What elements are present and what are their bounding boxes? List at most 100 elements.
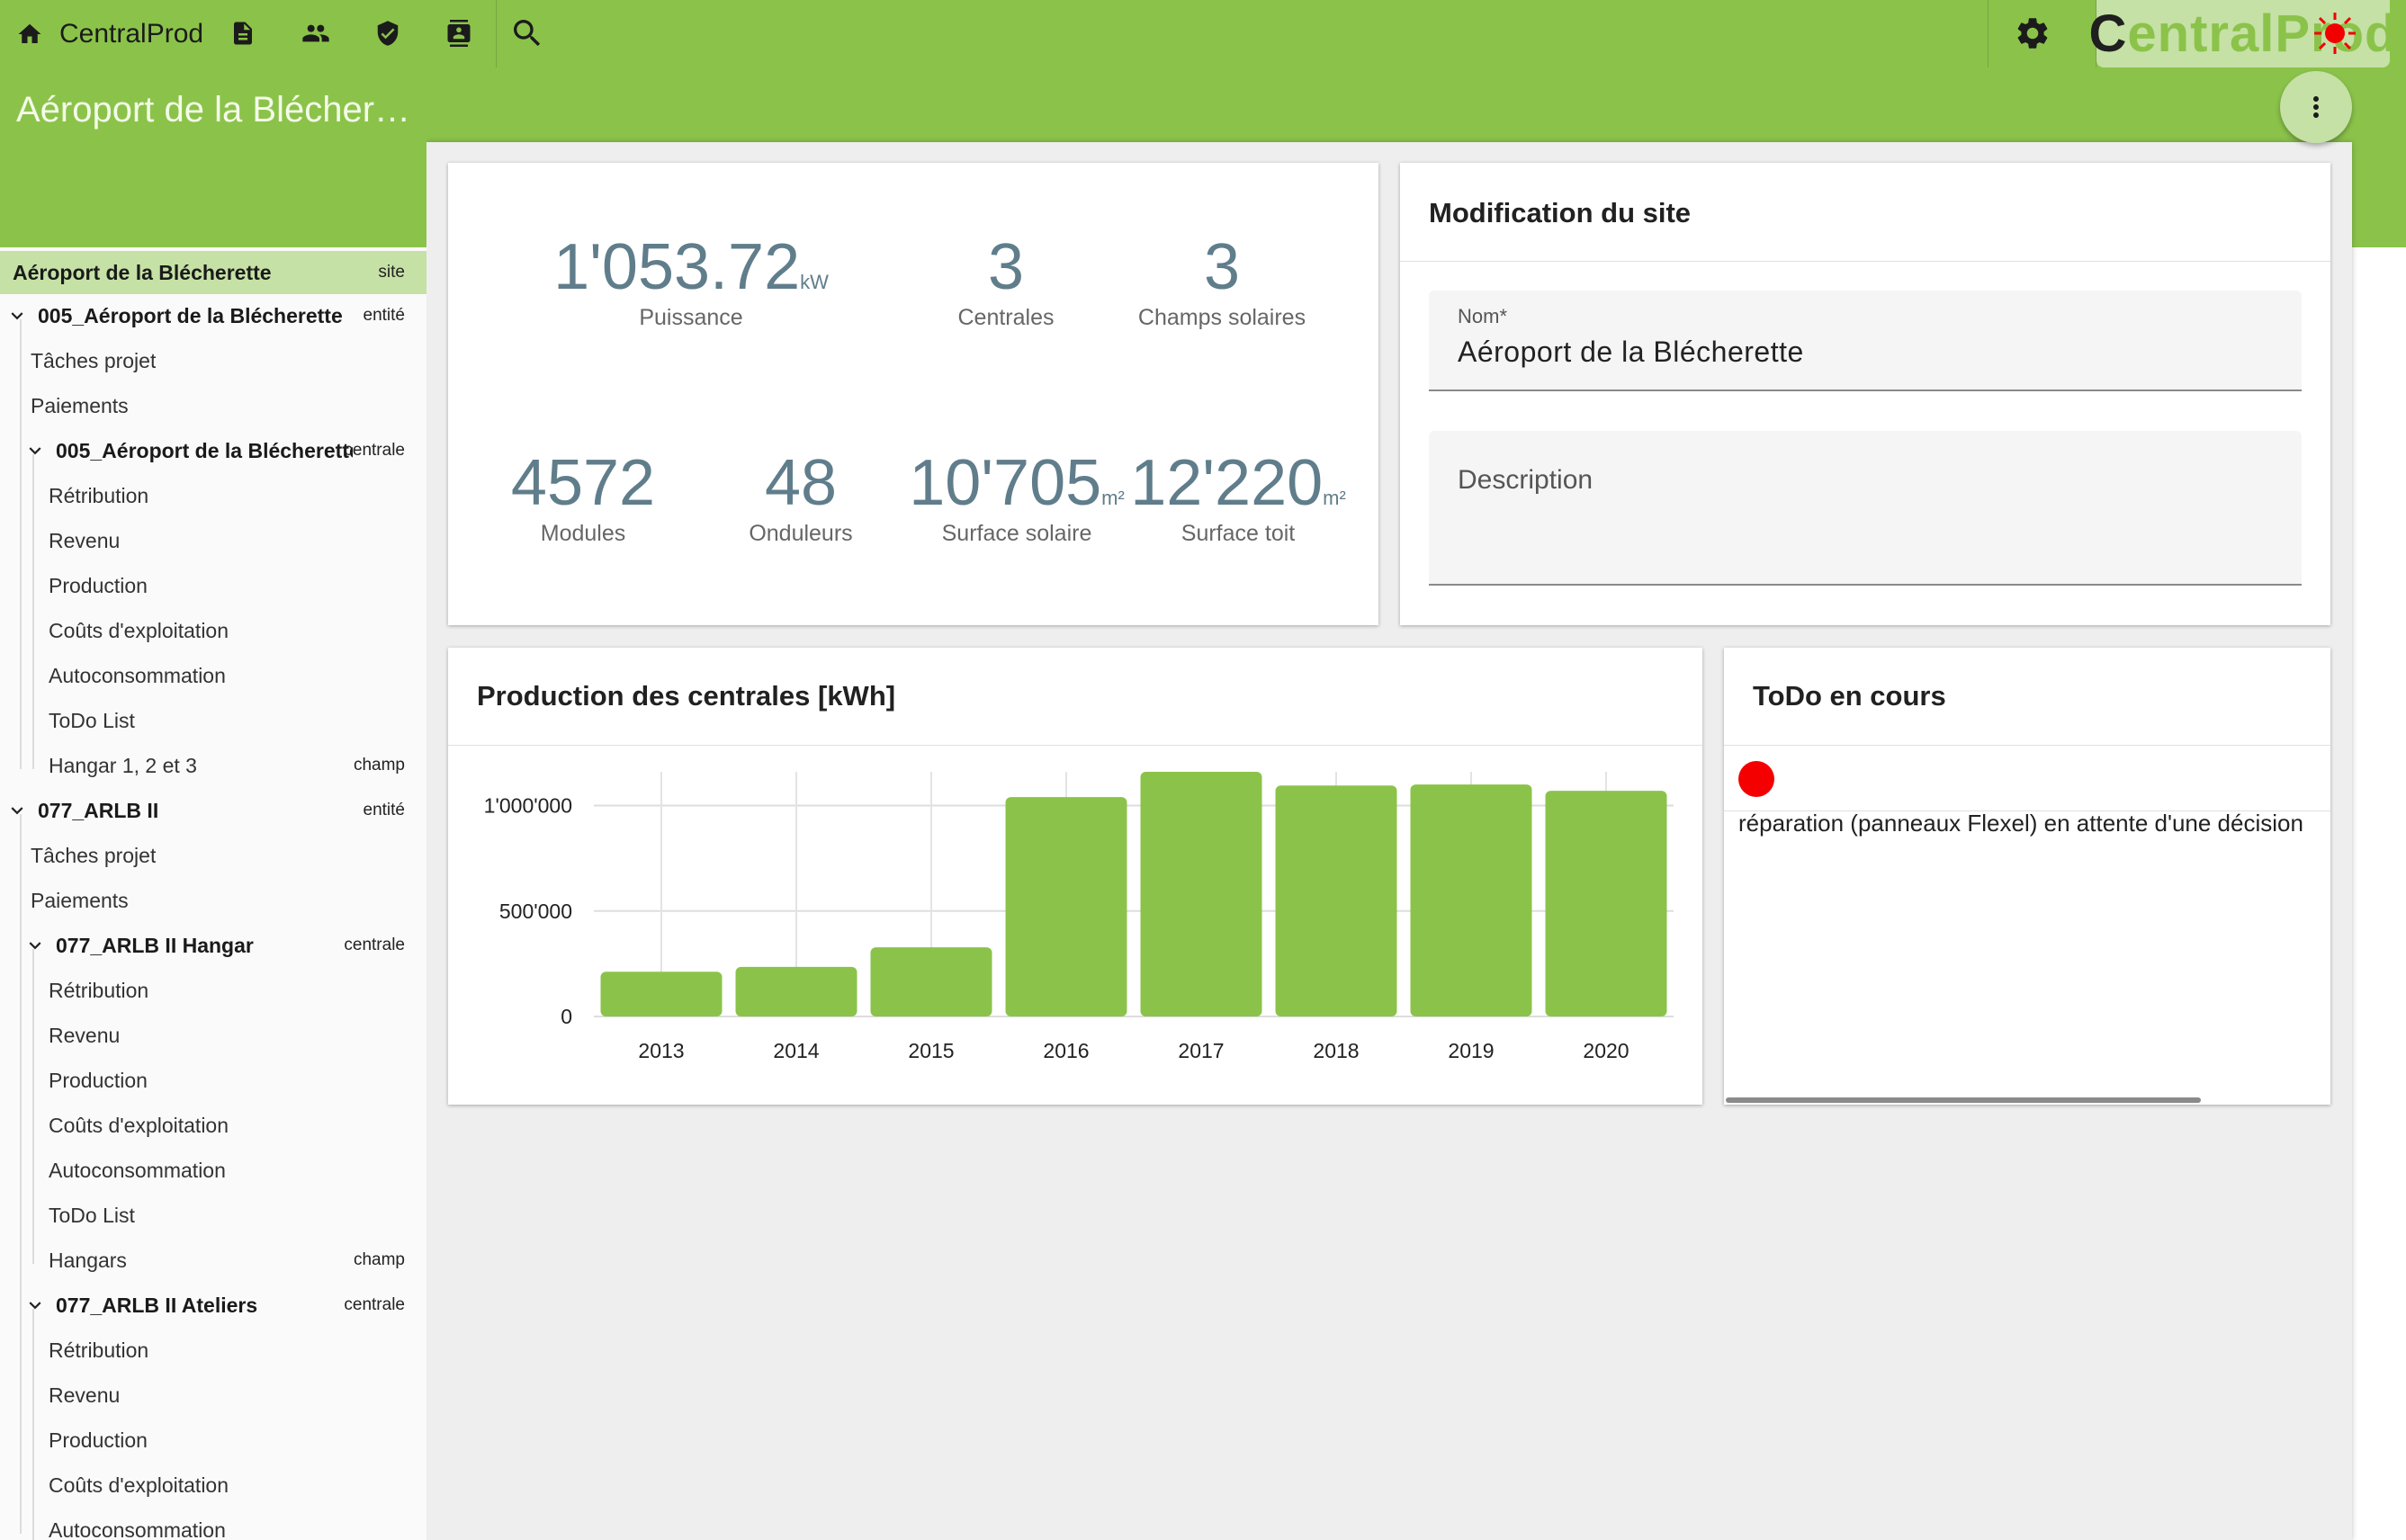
x-tick-label: 2015 xyxy=(908,1039,954,1062)
tree-item-leaf[interactable]: Revenu xyxy=(0,1374,426,1417)
name-field-label: Nom* xyxy=(1458,305,1508,327)
tasks-button[interactable] xyxy=(367,13,408,54)
gear-icon xyxy=(2017,18,2048,49)
chevron-down-icon[interactable] xyxy=(23,439,47,462)
stat-modules: 4572 Modules xyxy=(510,447,656,546)
chevron-down-icon[interactable] xyxy=(23,934,47,957)
tree-item-leaf[interactable]: Revenu xyxy=(0,1014,426,1057)
settings-button[interactable] xyxy=(2012,13,2053,54)
page-title: Aéroport de la Blécherette xyxy=(16,90,412,130)
search-icon xyxy=(514,20,541,47)
site-stats-card: 1'053.72kW Puissance 3 Centrales 3 Champ… xyxy=(448,163,1378,625)
tree-item-entity[interactable]: 077_ARLB II entité xyxy=(0,789,426,832)
tree-item-leaf[interactable]: Revenu xyxy=(0,519,426,562)
tree-item-leaf[interactable]: Paiements xyxy=(0,879,426,922)
description-field-label: Description xyxy=(1458,465,1594,495)
logo-first-letter: C xyxy=(2088,4,2128,63)
tree-item-leaf[interactable]: Rétribution xyxy=(0,1329,426,1372)
tree-item-leaf[interactable]: Autoconsommation xyxy=(0,654,426,697)
x-tick-label: 2013 xyxy=(638,1039,684,1062)
x-tick-label: 2014 xyxy=(773,1039,819,1062)
chevron-down-icon[interactable] xyxy=(23,1294,47,1317)
stat-puissance: 1'053.72kW Puissance xyxy=(553,231,829,330)
chevron-down-icon[interactable] xyxy=(5,799,29,822)
x-tick-label: 2019 xyxy=(1448,1039,1494,1062)
card-divider xyxy=(448,745,1702,746)
tree-item-leaf[interactable]: Paiements xyxy=(0,384,426,427)
search-button[interactable] xyxy=(507,13,548,54)
tree-item-centrale[interactable]: 077_ARLB II Hangar centrale xyxy=(0,924,426,967)
contact-card-icon xyxy=(447,20,471,47)
horizontal-scrollbar[interactable] xyxy=(1726,1097,2201,1103)
tree-item-entity[interactable]: 005_Aéroport de la Blécherette (... enti… xyxy=(0,294,426,337)
name-field[interactable]: Nom* Aéroport de la Blécherette xyxy=(1429,291,2302,391)
bar-2017 xyxy=(1140,772,1262,1016)
top-app-bar: CentralProd CentralProd xyxy=(0,0,2406,67)
bar-2020 xyxy=(1545,791,1667,1016)
production-bar-chart: 0 500'000 1'000'000 2013 2014 2015 2016 2017 201… xyxy=(484,772,1674,1062)
bar-2016 xyxy=(1005,797,1127,1016)
bar-2019 xyxy=(1410,784,1532,1016)
bar-2018 xyxy=(1275,785,1397,1016)
x-tick-label: 2020 xyxy=(1583,1039,1629,1062)
home-icon xyxy=(18,23,41,43)
chart-title: Production des centrales [kWh] xyxy=(477,680,896,712)
y-tick-label: 0 xyxy=(561,1005,572,1028)
tree-item-leaf[interactable]: Production xyxy=(0,1419,426,1462)
site-tree-sidebar: Aéroport de la Blécherette site 005_Aéro… xyxy=(0,247,426,1540)
x-tick-label: 2016 xyxy=(1043,1039,1089,1062)
tree-item-leaf[interactable]: Coûts d'exploitation xyxy=(0,1104,426,1147)
todo-title: ToDo en cours xyxy=(1753,680,1946,712)
app-name: CentralProd xyxy=(59,18,204,49)
y-tick-label: 1'000'000 xyxy=(484,794,572,818)
people-button[interactable] xyxy=(295,13,337,54)
card-title: Modification du site xyxy=(1429,197,1692,228)
shield-check-icon xyxy=(377,21,399,46)
people-icon xyxy=(302,24,329,42)
tree-item-leaf[interactable]: Tâches projet xyxy=(0,339,426,382)
x-tick-label: 2018 xyxy=(1313,1039,1359,1062)
tree-item-champ[interactable]: Hangars champ xyxy=(0,1239,426,1282)
tree-item-leaf[interactable]: Autoconsommation xyxy=(0,1509,426,1540)
tree-item-site[interactable]: Aéroport de la Blécherette site xyxy=(0,251,426,294)
tree-item-centrale[interactable]: 077_ARLB II Ateliers centrale xyxy=(0,1284,426,1327)
tree-item-leaf[interactable]: Coûts d'exploitation xyxy=(0,609,426,652)
tree-item-leaf[interactable]: Tâches projet xyxy=(0,834,426,877)
bar-2015 xyxy=(870,947,992,1016)
chevron-down-icon[interactable] xyxy=(5,304,29,327)
stat-champs-solaires: 3 Champs solaires xyxy=(1137,231,1306,330)
toolbar-separator xyxy=(496,0,497,67)
tree-item-leaf[interactable]: Production xyxy=(0,564,426,607)
documents-button[interactable] xyxy=(222,13,264,54)
tree-item-leaf[interactable]: Production xyxy=(0,1059,426,1102)
todo-status-dot xyxy=(1738,761,1774,797)
stat-centrales: 3 Centrales xyxy=(957,231,1055,330)
tree-item-champ[interactable]: Hangar 1, 2 et 3 champ xyxy=(0,744,426,787)
tree-item-leaf[interactable]: Rétribution xyxy=(0,969,426,1012)
y-tick-label: 500'000 xyxy=(499,900,572,923)
x-tick-label: 2017 xyxy=(1178,1039,1224,1062)
contacts-button[interactable] xyxy=(438,13,480,54)
more-vert-icon xyxy=(2313,96,2319,118)
tree-item-leaf[interactable]: Rétribution xyxy=(0,474,426,517)
card-divider xyxy=(1724,745,2330,746)
stat-onduleurs: 48 Onduleurs xyxy=(749,447,853,546)
stat-surface-toit: 12'220m² Surface toit xyxy=(1130,447,1346,546)
tree-item-leaf[interactable]: ToDo List xyxy=(0,1194,426,1237)
todo-item-text[interactable]: réparation (panneaux Flexel) en attente … xyxy=(1738,810,2303,837)
site-edit-card: Modification du site Nom* Aéroport de la… xyxy=(1400,163,2330,625)
production-chart-card: Production des centrales [kWh] 0 500'000 1… xyxy=(448,648,1702,1105)
tree-item-centrale[interactable]: 005_Aéroport de la Blécherette centrale xyxy=(0,429,426,472)
description-field[interactable]: Description xyxy=(1429,431,2302,586)
tree-item-leaf[interactable]: Coûts d'exploitation xyxy=(0,1464,426,1507)
tree-item-leaf[interactable]: ToDo List xyxy=(0,699,426,742)
name-field-value[interactable]: Aéroport de la Blécherette xyxy=(1458,336,1804,369)
home-link[interactable]: CentralProd xyxy=(16,9,203,58)
card-divider xyxy=(1400,261,2330,262)
todo-card: ToDo en cours réparation (panneaux Flexe… xyxy=(1724,648,2330,1105)
tree-item-leaf[interactable]: Autoconsommation xyxy=(0,1149,426,1192)
sun-icon xyxy=(2314,13,2356,54)
more-options-button[interactable] xyxy=(2280,71,2352,143)
centralprod-logo: CentralProd xyxy=(2089,0,2396,67)
toolbar-separator xyxy=(1988,0,1989,67)
